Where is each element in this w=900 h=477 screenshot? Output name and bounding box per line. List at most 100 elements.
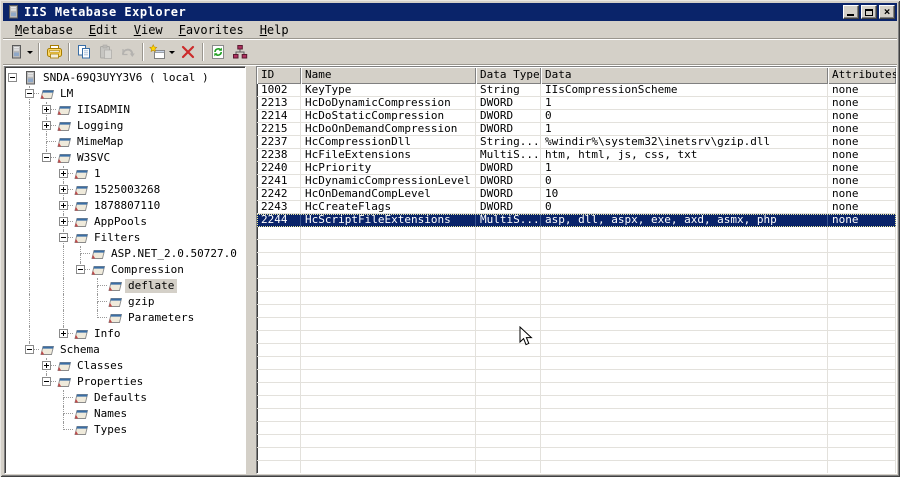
table-cell: %windir%\system32\inetsrv\gzip.dll [541,136,828,149]
tree-item-logging[interactable]: Logging [5,118,245,134]
table-cell [828,435,896,448]
tree-item-defaults[interactable]: Defaults [5,390,245,406]
tree-item-lm[interactable]: LM [5,86,245,102]
table-cell: DWORD [476,188,541,201]
table-row[interactable]: 2238 HcFileExtensions MultiS... htm, html, … [257,149,896,162]
table-row[interactable]: 2240 HcPriority DWORD 1 none [257,162,896,175]
tree-item-w3svc[interactable]: W3SVC [5,150,245,166]
new-key-button[interactable] [147,41,177,63]
dropdown-caret-icon[interactable] [27,50,33,54]
table-row[interactable]: 2213 HcDoDynamicCompression DWORD 1 none [257,97,896,110]
tree-item-deflate[interactable]: deflate [5,278,245,294]
table-cell [257,370,301,383]
table-cell [301,435,476,448]
tree-item-apppools[interactable]: AppPools [5,214,245,230]
menu-help[interactable]: Help [252,22,297,38]
tree-item-iisadmin[interactable]: IISADMIN [5,102,245,118]
table-cell: 2242 [257,188,301,201]
tree-indent [22,230,39,246]
tree-item-1525003268[interactable]: 1525003268 [5,182,245,198]
tree-item-names[interactable]: Names [5,406,245,422]
table-row[interactable]: 2214 HcDoStaticCompression DWORD 0 none [257,110,896,123]
expand-icon[interactable] [42,361,51,370]
menu-metabase[interactable]: Metabase [7,22,81,38]
collapse-icon[interactable] [42,377,51,386]
empty-row [257,396,896,409]
minimize-icon [847,14,854,16]
collapse-icon[interactable] [8,73,17,82]
empty-row [257,279,896,292]
expand-icon[interactable] [59,185,68,194]
tree-item-label: MimeMap [77,135,124,148]
table-cell [301,305,476,318]
collapse-icon[interactable] [25,89,34,98]
table-row[interactable]: 2243 HcCreateFlags DWORD 0 none [257,201,896,214]
maximize-button[interactable] [861,5,877,19]
table-cell [541,409,828,422]
expand-icon[interactable] [59,217,68,226]
table-cell [476,461,541,473]
tree-item-asp-net-2-0-50727-0[interactable]: ASP.NET_2.0.50727.0 [5,246,245,262]
table-cell [541,227,828,240]
table-row[interactable]: 2244 HcScriptFileExtensions MultiS... asp, … [257,214,896,227]
tree-connector [56,198,73,214]
menu-favorites[interactable]: Favorites [171,22,252,38]
tree-item-1878807110[interactable]: 1878807110 [5,198,245,214]
menu-edit[interactable]: Edit [81,22,126,38]
table-row[interactable]: 2242 HcOnDemandCompLevel DWORD 10 none [257,188,896,201]
tree-item-properties[interactable]: Properties [5,374,245,390]
table-cell: 2238 [257,149,301,162]
copy-button[interactable] [73,41,95,63]
table-row[interactable]: 1002 KeyType String IIsCompressionScheme non… [257,84,896,97]
tree-item-1[interactable]: 1 [5,166,245,182]
table-cell [301,461,476,473]
table-row[interactable]: 2215 HcDoOnDemandCompression DWORD 1 none [257,123,896,136]
dropdown-caret-icon[interactable] [169,50,175,54]
expand-icon[interactable] [59,201,68,210]
minimize-button[interactable] [843,5,859,19]
tree-item-classes[interactable]: Classes [5,358,245,374]
column-header-data-type[interactable]: Data Type [476,67,541,84]
column-header-name[interactable]: Name [301,67,476,84]
expand-icon[interactable] [42,105,51,114]
collapse-icon[interactable] [25,345,34,354]
close-icon: × [883,5,891,18]
tree-item-gzip[interactable]: gzip [5,294,245,310]
tree-item-label: 1878807110 [94,199,161,212]
hierarchy-button[interactable] [229,41,251,63]
title-bar[interactable]: IIS Metabase Explorer × [3,3,897,21]
connect-server-button[interactable] [6,41,35,63]
tree-item-compression[interactable]: Compression [5,262,245,278]
column-header-data[interactable]: Data [541,67,828,84]
expand-icon[interactable] [59,329,68,338]
tree-line [29,310,30,326]
expand-icon[interactable] [42,121,51,130]
print-button[interactable] [43,41,65,63]
tree-item-parameters[interactable]: Parameters [5,310,245,326]
tree-item-types[interactable]: Types [5,422,245,438]
table-row[interactable]: 2237 HcCompressionDll String... %windir%\sy… [257,136,896,149]
menu-view[interactable]: View [126,22,171,38]
tree-item-snda-69q3uyy3v6-local-[interactable]: SNDA-69Q3UYY3V6 ( local ) [5,70,245,86]
tree-item-mimemap[interactable]: MimeMap [5,134,245,150]
column-header-id[interactable]: ID [257,67,301,84]
table-row[interactable]: 2241 HcDynamicCompressionLevel DWORD 0 none [257,175,896,188]
close-button[interactable]: × [879,5,895,19]
expand-icon[interactable] [59,169,68,178]
delete-button[interactable] [177,41,199,63]
tree-item-info[interactable]: Info [5,326,245,342]
refresh-button[interactable] [207,41,229,63]
column-header-attributes[interactable]: Attributes [828,67,896,84]
table-cell: 2237 [257,136,301,149]
properties-list: ID Name Data Type Data Attributes 1002 KeyTyp… [256,66,897,474]
tree-item-filters[interactable]: Filters [5,230,245,246]
collapse-icon[interactable] [59,233,68,242]
empty-row [257,292,896,305]
table-cell [541,461,828,473]
collapse-icon[interactable] [42,153,51,162]
tree-item-schema[interactable]: Schema [5,342,245,358]
collapse-icon[interactable] [76,265,85,274]
